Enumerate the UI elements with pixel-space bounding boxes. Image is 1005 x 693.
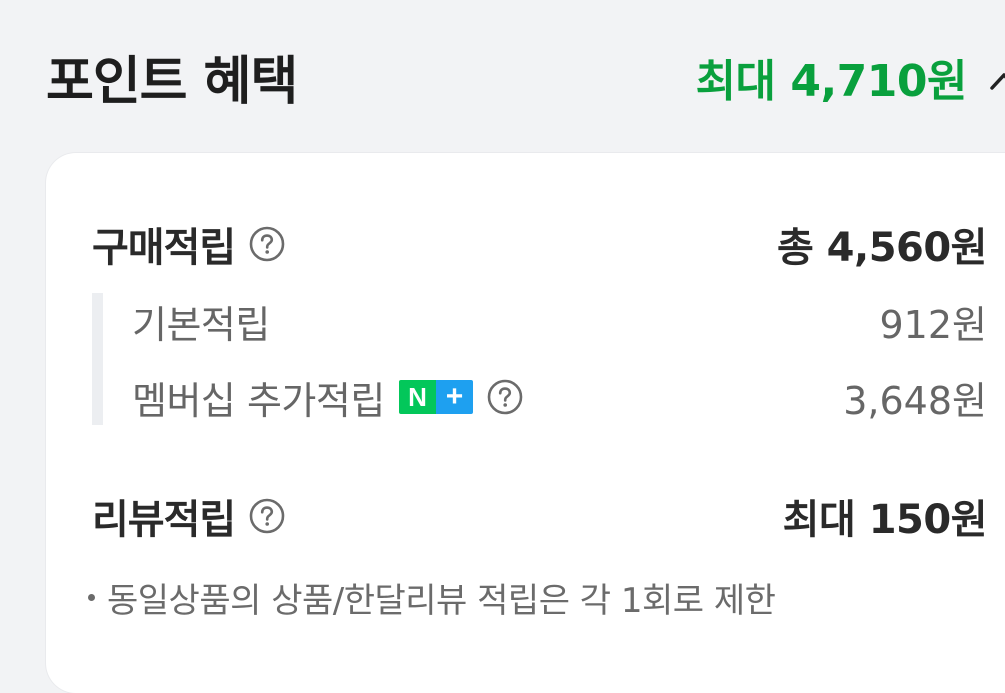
question-circle-icon[interactable]	[249, 498, 285, 534]
membership-points-amount: 3,648원	[843, 378, 987, 423]
plus-icon: +	[435, 380, 473, 414]
basic-points-row: 기본적립 912원	[132, 293, 987, 349]
review-points-note-text: 동일상품의 상품/한달리뷰 적립은 각 1회로 제한	[107, 581, 776, 621]
question-circle-icon[interactable]	[487, 379, 523, 415]
point-benefits-header[interactable]: 포인트 혜택 최대 4,710원	[46, 44, 1005, 120]
membership-points-label: 멤버십 추가적립	[132, 378, 385, 423]
purchase-points-title: 구매적립	[92, 225, 236, 271]
review-points-total: 최대 150원	[782, 497, 988, 543]
membership-points-row: 멤버십 추가적립 N + 3,648원	[132, 369, 987, 425]
purchase-points-total: 총 4,560원	[776, 225, 988, 271]
naver-plus-membership-badge: N +	[398, 380, 473, 414]
page-title: 포인트 혜택	[46, 52, 298, 112]
bullet-dot-icon	[88, 594, 95, 601]
basic-points-label: 기본적립	[132, 302, 270, 347]
question-circle-icon[interactable]	[249, 226, 285, 262]
review-points-note: 동일상품의 상품/한달리뷰 적립은 각 1회로 제한	[88, 573, 776, 622]
review-points-row: 리뷰적립 최대 150원	[92, 487, 988, 545]
purchase-points-breakdown: 기본적립 912원 멤버십 추가적립 N + 3,648원	[92, 293, 987, 425]
naver-n-logo: N	[398, 380, 436, 414]
purchase-points-title-group: 구매적립	[92, 215, 285, 273]
review-points-title-group: 리뷰적립	[92, 487, 285, 545]
purchase-points-row: 구매적립 총 4,560원	[92, 215, 988, 273]
max-points-total: 최대 4,710원	[695, 56, 968, 107]
review-points-title: 리뷰적립	[92, 497, 236, 543]
breakdown-indent-bar	[92, 293, 103, 425]
membership-points-label-group: 멤버십 추가적립 N +	[132, 370, 523, 425]
points-card: 구매적립 총 4,560원 기본적립 912원 멤버십 추가적립 N + 3,6…	[46, 153, 1005, 693]
basic-points-amount: 912원	[879, 302, 988, 347]
chevron-up-icon[interactable]	[989, 66, 1005, 96]
